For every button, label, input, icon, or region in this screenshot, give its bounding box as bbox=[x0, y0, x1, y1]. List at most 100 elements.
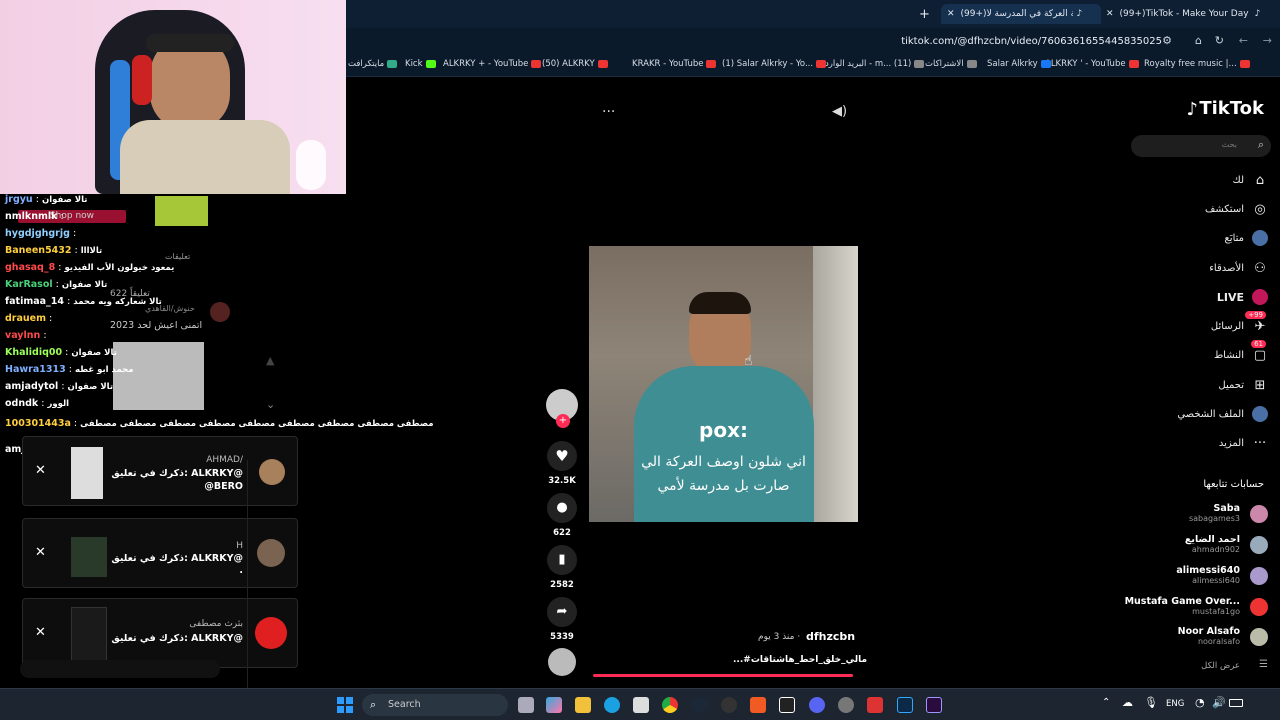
url-text[interactable]: tiktok.com/@dfhzcbn/video/76063616554458… bbox=[901, 36, 1162, 47]
notification-card-3[interactable]: ✕ بثرث مصطفى ذكرك في تعليق: ALKRKY@ bbox=[22, 598, 298, 668]
chat-username: Hawra1313 bbox=[5, 364, 66, 375]
comment-button[interactable]: ● bbox=[547, 493, 577, 523]
capcut-icon[interactable] bbox=[779, 697, 795, 713]
bookmark-item[interactable]: KRAKR - YouTube bbox=[632, 59, 717, 69]
bookmark-item[interactable]: (50) ALKRKY bbox=[542, 59, 608, 69]
sidebar-item-6[interactable]: ▢ النشاط 61 bbox=[1214, 340, 1268, 363]
volume-icon[interactable]: ◀) bbox=[832, 104, 847, 119]
tiktok-logo[interactable]: TikTok bbox=[1199, 98, 1264, 119]
like-button[interactable]: ♥ bbox=[547, 441, 577, 471]
photoshop-icon[interactable] bbox=[897, 697, 913, 713]
file-explorer-icon[interactable] bbox=[575, 697, 591, 713]
premiere-icon[interactable] bbox=[926, 697, 942, 713]
forward-icon[interactable]: → bbox=[1263, 34, 1272, 47]
sidebar-item-label: الأصدقاء bbox=[1209, 262, 1244, 274]
bookmark-label: ALKRKY ' - YouTube bbox=[1045, 59, 1126, 69]
share-button[interactable]: ➦ bbox=[547, 597, 577, 627]
taskbar-search-label: Search bbox=[388, 699, 421, 710]
task-view-icon[interactable] bbox=[518, 697, 534, 713]
save-button[interactable]: ▮ bbox=[547, 545, 577, 575]
see-all-link[interactable]: عرض الكل bbox=[1201, 661, 1240, 671]
back-icon[interactable]: ← bbox=[1239, 34, 1248, 47]
obs-icon[interactable] bbox=[721, 697, 737, 713]
mic-icon[interactable]: 🎙 bbox=[1144, 696, 1158, 709]
bookmark-label: (1) Salar Alkrky - Yo... bbox=[722, 59, 814, 69]
store-icon[interactable] bbox=[633, 697, 649, 713]
bookmark-item[interactable]: Royalty free music |... bbox=[1144, 59, 1250, 69]
comment-input[interactable] bbox=[20, 660, 220, 678]
music-disc[interactable] bbox=[548, 648, 576, 676]
chat-username: Khalidiq00 bbox=[5, 347, 63, 358]
sidebar-item-4[interactable]: LIVE bbox=[1217, 289, 1268, 305]
lamp bbox=[296, 140, 326, 190]
video-player[interactable]: pox: اني شلون اوصف العركة الي صارت بل مد… bbox=[589, 246, 858, 522]
chevron-up-icon[interactable]: ⌃ bbox=[1102, 697, 1110, 708]
close-icon[interactable]: ✕ bbox=[35, 545, 46, 560]
bookmark-item[interactable]: البريد الوارد - m... (11) bbox=[825, 59, 925, 69]
search-input[interactable]: بحث bbox=[1222, 140, 1237, 149]
settings-icon[interactable]: ⚙ bbox=[1162, 34, 1172, 47]
close-icon[interactable]: ✕ bbox=[35, 625, 46, 640]
home-icon[interactable]: ⌂ bbox=[1195, 34, 1202, 47]
search-box[interactable]: بحث ⌕ bbox=[1131, 135, 1271, 157]
video-progress-bar[interactable] bbox=[593, 674, 853, 677]
notification-sub: . bbox=[239, 565, 243, 576]
reload-icon[interactable]: ↻ bbox=[1215, 34, 1224, 47]
language-indicator[interactable]: ENG bbox=[1166, 699, 1184, 709]
wifi-icon[interactable]: ◔ bbox=[1195, 696, 1205, 709]
network-icon[interactable]: ☁ bbox=[1122, 696, 1133, 709]
avatar bbox=[1250, 505, 1268, 523]
volume-icon[interactable]: 🔊 bbox=[1212, 696, 1226, 709]
notification-card-1[interactable]: ✕ AHMAD/ ذكرك في تعليق: ALKRKY@ @BERO bbox=[22, 436, 298, 506]
copilot-icon[interactable] bbox=[546, 697, 562, 713]
edge-icon[interactable] bbox=[604, 697, 620, 713]
snipping-icon[interactable] bbox=[867, 697, 883, 713]
following-account[interactable]: Saba sabagames3 bbox=[1189, 503, 1240, 523]
following-account[interactable]: Noor Alsafo nooralsafo bbox=[1178, 626, 1240, 646]
following-account[interactable]: احمد الضايع ahmadn902 bbox=[1185, 534, 1240, 554]
sidebar-item-3[interactable]: ⚇ الأصدقاء bbox=[1209, 260, 1268, 276]
tiktok-icon: ♪ bbox=[1254, 9, 1261, 19]
settings-icon[interactable] bbox=[838, 697, 854, 713]
sidebar-item-8[interactable]: الملف الشخصي bbox=[1177, 406, 1268, 422]
bookmark-item[interactable]: Salar Alkrky bbox=[987, 59, 1051, 69]
follow-button[interactable]: + bbox=[556, 414, 570, 428]
sidebar-item-0[interactable]: ⌂ لك bbox=[1233, 172, 1268, 188]
sidebar-item-5[interactable]: ✈ الرسائل 99+ bbox=[1211, 311, 1268, 334]
close-icon[interactable]: ✕ bbox=[1106, 9, 1114, 19]
sidebar-item-2[interactable]: متابَع bbox=[1224, 230, 1268, 246]
steam-icon[interactable] bbox=[692, 697, 708, 713]
sidebar-item-9[interactable]: ··· المزيد bbox=[1219, 435, 1268, 451]
tab-active[interactable]: ✕ (99+)حكاية العركة في المدرسة لأ ♪ bbox=[941, 4, 1101, 24]
avatar bbox=[1250, 567, 1268, 585]
close-icon[interactable]: ✕ bbox=[947, 9, 955, 19]
tiktok-logo-icon: ♪ bbox=[1186, 99, 1199, 120]
sidebar-item-7[interactable]: ⊞ تحميل bbox=[1218, 377, 1268, 393]
video-hashtags[interactable]: ...#مالي_خلق_احط_هاشتاقات bbox=[733, 655, 867, 665]
video-author[interactable]: dfhzcbn bbox=[806, 630, 855, 643]
bookmark-item[interactable]: Kick bbox=[405, 59, 436, 69]
tab-tiktok[interactable]: ✕ (99+)TikTok - Make Your Day ♪ bbox=[1106, 4, 1260, 24]
bookmark-item[interactable]: ALKRKY + - YouTube bbox=[443, 59, 542, 69]
discord-icon[interactable] bbox=[809, 697, 825, 713]
taskbar-search[interactable]: ⌕ Search bbox=[362, 694, 508, 716]
following-account[interactable]: alimessi640 alimessi640 bbox=[1176, 565, 1240, 585]
chat-username: odndk bbox=[5, 398, 39, 409]
close-icon[interactable]: ✕ bbox=[35, 463, 46, 478]
activity-icon: ▢ bbox=[1253, 347, 1267, 363]
notification-card-2[interactable]: ✕ H ذكرك في تعليق: ALKRKY@ . bbox=[22, 518, 298, 588]
following-account[interactable]: Mustafa Game Over... mustafa1go bbox=[1125, 596, 1240, 616]
windows-start-icon[interactable] bbox=[337, 697, 353, 713]
chrome-icon[interactable] bbox=[662, 697, 678, 713]
sidebar-item-1[interactable]: ◎ استكشف bbox=[1205, 201, 1268, 217]
new-tab-button[interactable]: + bbox=[919, 4, 930, 24]
bookmark-item[interactable]: ALKRKY ' - YouTube bbox=[1045, 59, 1139, 69]
bookmark-item[interactable]: (1) Salar Alkrky - Yo... bbox=[722, 59, 827, 69]
brave-icon[interactable] bbox=[750, 697, 766, 713]
headband bbox=[146, 34, 234, 52]
search-icon[interactable]: ⌕ bbox=[1258, 138, 1264, 152]
battery-icon[interactable] bbox=[1229, 699, 1243, 707]
bookmark-item[interactable]: الاشتراكات bbox=[925, 59, 977, 69]
more-options-icon[interactable]: ··· bbox=[602, 104, 615, 120]
bookmark-item[interactable]: مايتكرافت bbox=[348, 59, 398, 69]
